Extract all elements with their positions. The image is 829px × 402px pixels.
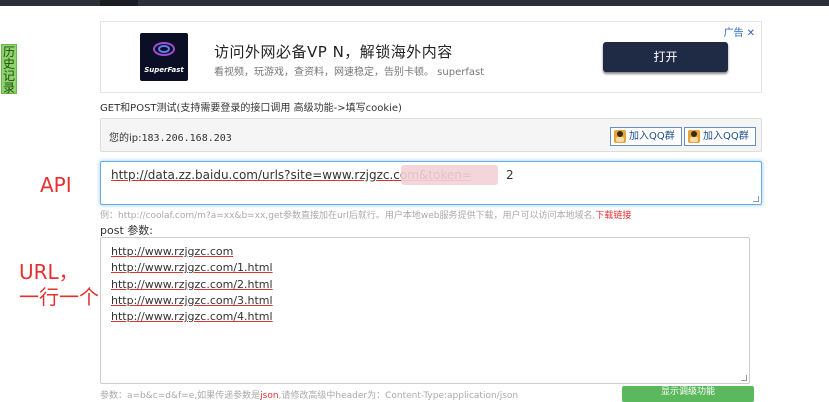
url-hint-text: 例：http://coolaf.com/m?a=xx&b=xx,get参数直接加… <box>100 211 596 221</box>
redacted-token <box>401 165 498 185</box>
ad-label-text: 广告 <box>723 28 744 39</box>
superfast-logo: SuperFast <box>140 33 188 81</box>
ad-subtitle: 看视频，玩游戏，查资料，网速稳定，告别卡顿。 superfast <box>214 67 485 78</box>
post-line: http://www.rzjgzc.com/4.html <box>111 310 273 324</box>
join-qq-group-button-1[interactable]: 加入QQ群 <box>610 127 682 146</box>
post-params-label: post 参数: <box>100 224 153 237</box>
page-subtitle: GET和POST测试(支持需要登录的接口调用 高级功能->填写cookie) <box>100 103 402 114</box>
resize-handle[interactable] <box>753 196 759 202</box>
qq-button-label: 加入QQ群 <box>629 131 675 142</box>
qq-icon <box>614 130 626 143</box>
post-line: http://www.rzjgzc.com/1.html <box>111 261 273 275</box>
logo-text: SuperFast <box>144 66 184 74</box>
api-url-tail: 2 <box>506 168 514 182</box>
params-hint: 参数：a=b&c=d&f=e,如果传递参数是json,请修改高级中header为… <box>100 388 518 401</box>
ad-title: 访问外网必备VP N，解锁海外内容 <box>214 43 453 61</box>
ip-label: 您的ip: <box>109 133 142 144</box>
url-annotation-line2: 一行一个 <box>19 285 99 309</box>
join-qq-group-button-2[interactable]: 加入QQ群 <box>684 127 756 146</box>
ad-open-button[interactable]: 打开 <box>603 42 728 72</box>
post-line: http://www.rzjgzc.com/2.html <box>111 277 273 291</box>
api-annotation: API <box>40 173 72 197</box>
ad-label: 广告 ✕ <box>724 24 755 39</box>
ip-bar: 您的ip:183.206.168.203 加入QQ群 加入QQ群 <box>100 118 762 152</box>
post-params-lines: http://www.rzjgzc.com http://www.rzjgzc.… <box>111 244 273 325</box>
post-line: http://www.rzjgzc.com/3.html <box>111 293 273 307</box>
api-url-input[interactable]: http://data.zz.baidu.com/urls?site=www.r… <box>100 161 762 205</box>
top-bar <box>0 0 829 6</box>
ip-info: 您的ip:183.206.168.203 <box>109 129 232 144</box>
download-link[interactable]: 下载链接 <box>595 211 631 221</box>
resize-handle[interactable] <box>741 375 747 381</box>
qq-icon <box>688 130 700 143</box>
ad-banner[interactable]: 广告 ✕ SuperFast 访问外网必备VP N，解锁海外内容 看视频，玩游戏，… <box>100 21 762 93</box>
history-tab[interactable]: 历史记录 <box>1 44 17 94</box>
qq-button-label: 加入QQ群 <box>703 131 749 142</box>
logo-ring-inner <box>158 45 170 53</box>
post-line: http://www.rzjgzc.com <box>111 245 234 258</box>
url-annotation-line1: URL， <box>19 260 79 284</box>
ip-value: 183.206.168.203 <box>141 133 232 144</box>
top-bar-active-segment <box>100 0 138 6</box>
url-annotation: URL， 一行一个 <box>19 260 99 310</box>
post-params-textarea[interactable]: http://www.rzjgzc.com http://www.rzjgzc.… <box>100 237 750 384</box>
url-hint: 例：http://coolaf.com/m?a=xx&b=xx,get参数直接加… <box>100 208 631 221</box>
close-icon[interactable]: ✕ <box>747 28 755 39</box>
